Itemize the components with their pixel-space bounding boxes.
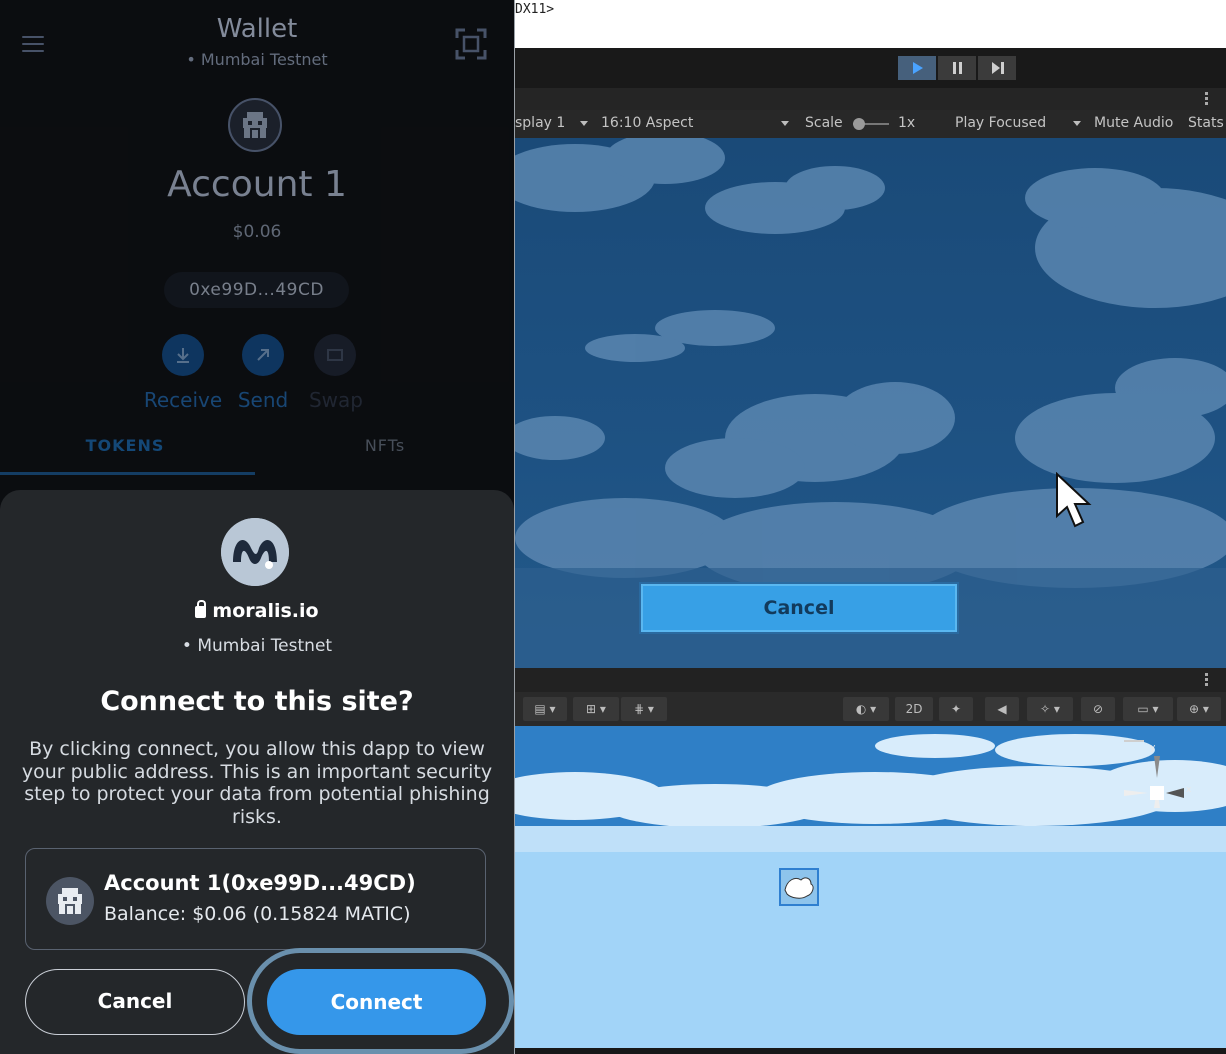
effects-dropdown[interactable]: ✧ ▾ [1027,697,1073,721]
scale-slider-handle[interactable] [853,118,865,130]
tab-nfts[interactable]: NFTs [300,436,470,455]
display-dropdown[interactable]: splay 1 [515,115,588,131]
aspect-chevron[interactable] [781,115,789,131]
selected-account-balance: Balance: $0.06 (0.15824 MATIC) [104,903,411,925]
aspect-dropdown[interactable]: 16:10 Aspect [601,115,693,131]
game-cancel-button[interactable]: Cancel [641,584,957,632]
title-strip: DX11> [515,0,1226,48]
lighting-toggle[interactable]: ✦ [939,697,973,721]
chevron-down-icon [579,120,588,126]
arrow-up-right-icon [257,349,269,361]
connect-description: By clicking connect, you allow this dapp… [21,738,493,828]
qr-scan-icon[interactable] [455,28,487,60]
chevron-down-icon [1073,120,1081,126]
unity-editor: DX11> splay 1 16:10 Aspect Scale 1x Play… [514,0,1226,1054]
mobile-wallet-panel: Wallet • Mumbai Testnet Account 1 $0.06 … [0,0,514,1054]
moralis-logo [221,518,289,586]
gizmo-y-label: y [1150,743,1156,753]
cancel-button[interactable]: Cancel [25,969,245,1035]
step-button[interactable] [978,56,1016,80]
receive-label: Receive [143,388,223,412]
account-selector[interactable]: Account 1(0xe99D...49CD) Balance: $0.06 … [25,848,486,950]
aspect-label: 16:10 Aspect [601,115,694,131]
lock-icon [195,600,207,618]
step-icon [992,62,1004,74]
account-name[interactable]: Account 1 [0,164,514,205]
pause-icon [953,62,962,74]
status-bar [515,1048,1226,1054]
play-icon [913,62,923,74]
connect-sheet: moralis.io • Mumbai Testnet Connect to t… [0,490,514,1054]
pause-button[interactable] [938,56,976,80]
scene-tab-header [515,668,1226,692]
increment-snap-dropdown[interactable]: ⋕ ▾ [621,697,667,721]
swap-label: Swap [308,388,363,412]
display-label: splay 1 [515,115,566,131]
site-network: • Mumbai Testnet [181,636,333,656]
selected-account-label: Account 1(0xe99D...49CD) [104,871,416,895]
account-avatar[interactable] [228,98,282,152]
mouse-cursor-icon [1056,472,1092,528]
more-options-icon[interactable] [1205,92,1208,107]
network-label[interactable]: • Mumbai Testnet [0,50,514,69]
play-button[interactable] [898,56,936,80]
more-options-icon[interactable] [1205,673,1208,688]
site-domain: moralis.io [0,600,514,622]
active-tab-indicator [0,472,255,475]
address-pill[interactable]: 0xe99D...49CD [164,272,349,308]
tab-tokens[interactable]: TOKENS [40,436,210,455]
swap-button[interactable] [314,334,356,376]
download-icon [177,348,189,363]
play-controls-bar [515,48,1226,88]
send-button[interactable] [242,334,284,376]
toggle-2d-button[interactable]: 2D [895,697,933,721]
scale-value: 1x [898,115,916,131]
game-view[interactable]: Cancel [515,138,1226,668]
site-domain-text: moralis.io [212,600,319,622]
stats-toggle[interactable]: Stats [1188,115,1224,131]
grid-snap-dropdown[interactable]: ⊞ ▾ [573,697,619,721]
mute-audio-toggle[interactable]: Mute Audio [1094,115,1173,131]
selected-bird-sprite[interactable] [779,868,819,906]
play-mode-chevron[interactable] [1073,115,1081,131]
visibility-toggle[interactable]: ⊘ [1081,697,1115,721]
scene-view[interactable]: y x [515,726,1226,1048]
chevron-down-icon [781,120,789,126]
receive-button[interactable] [162,334,204,376]
orientation-gizmo[interactable]: y x [1120,740,1206,830]
connect-title: Connect to this site? [100,686,414,717]
game-toolbar: splay 1 16:10 Aspect Scale 1x Play Focus… [515,110,1226,138]
account-balance: $0.06 [232,222,282,242]
wallet-title: Wallet [216,14,298,44]
connect-button[interactable]: Connect [267,969,486,1035]
scene-toolbar: ▤ ▾ ⊞ ▾ ⋕ ▾ ◐ ▾ 2D ✦ ◀ ✧ ▾ ⊘ ▭ ▾ ⊕ ▾ [515,692,1226,726]
gizmo-x-label: x [1186,785,1192,795]
account-avatar-small [46,877,94,925]
title-fragment: DX11> [515,2,555,17]
camera-dropdown[interactable]: ▭ ▾ [1123,697,1173,721]
bird-icon [784,877,814,899]
audio-toggle[interactable]: ◀ [985,697,1019,721]
game-tab-header [515,88,1226,110]
scale-label: Scale [805,115,843,131]
draw-mode-dropdown[interactable]: ▤ ▾ [523,697,567,721]
swap-icon [327,349,343,361]
play-focused-dropdown[interactable]: Play Focused [955,115,1046,131]
gizmos-dropdown[interactable]: ⊕ ▾ [1177,697,1221,721]
shading-dropdown[interactable]: ◐ ▾ [843,697,889,721]
